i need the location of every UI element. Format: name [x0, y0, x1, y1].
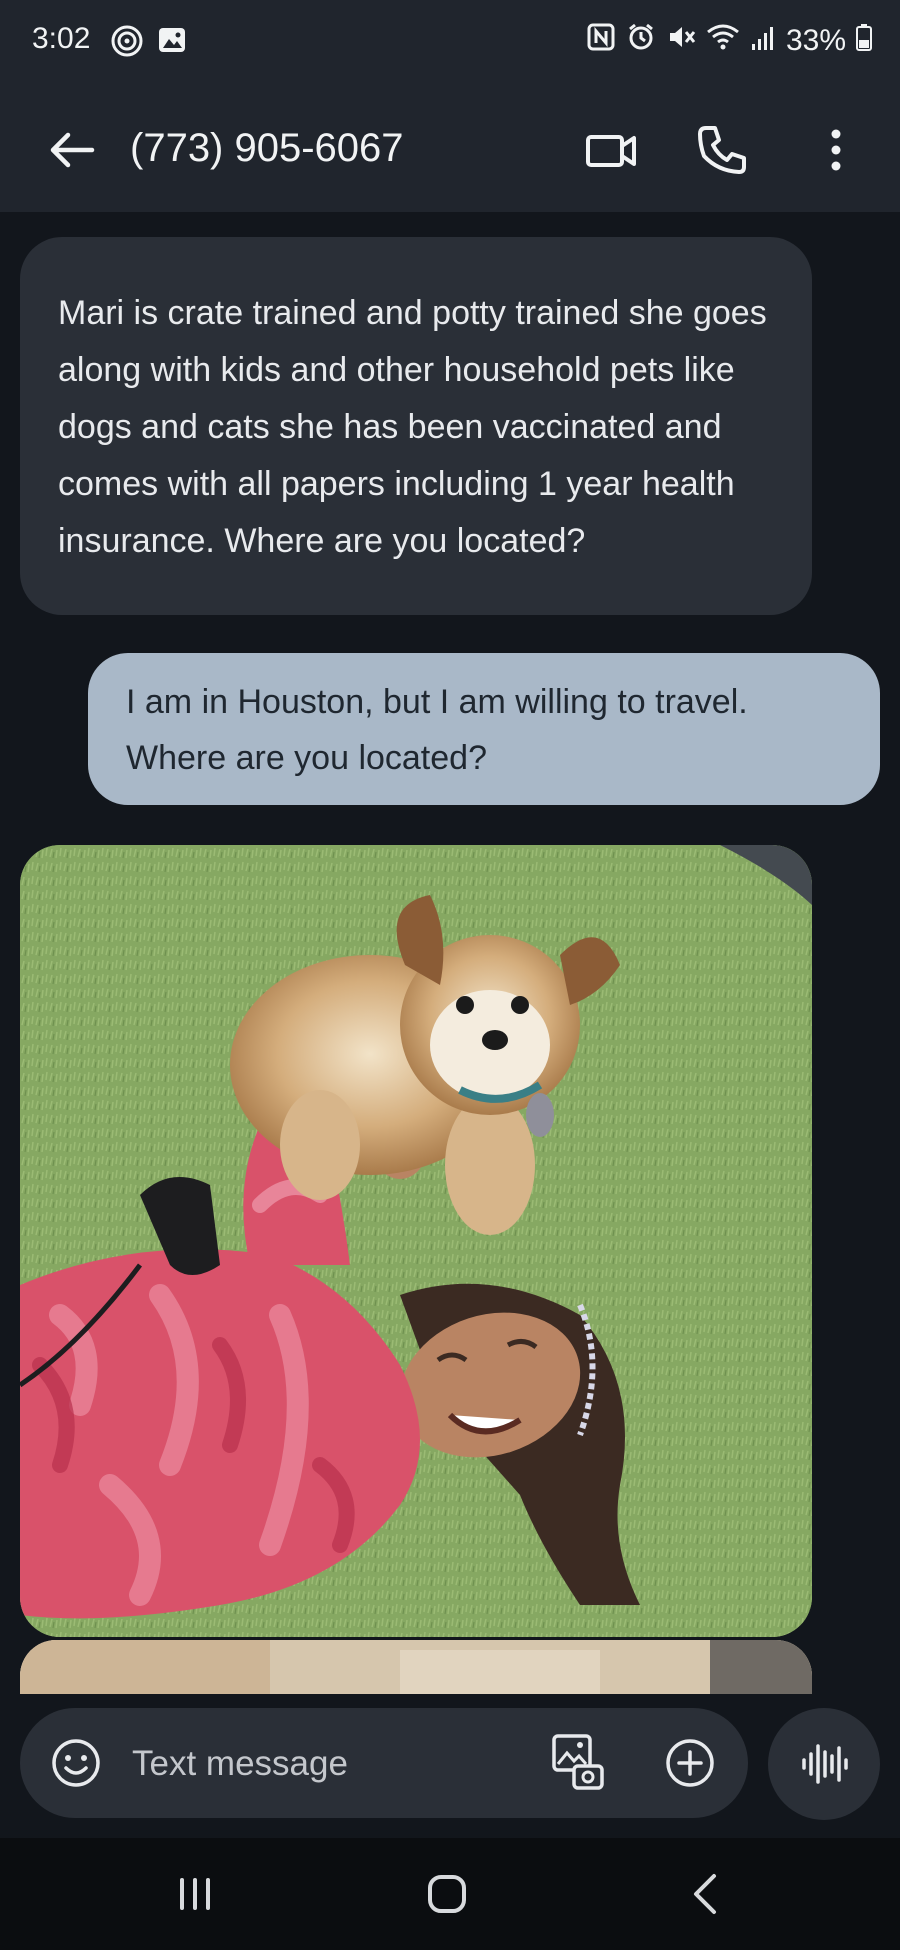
voice-call-button[interactable] [690, 118, 754, 182]
notification-icons [110, 24, 188, 63]
voice-message-button[interactable] [768, 1708, 880, 1820]
more-options-button[interactable] [804, 118, 868, 182]
battery-icon [856, 22, 872, 60]
video-call-button[interactable] [580, 118, 644, 182]
text-message-input[interactable] [130, 1734, 454, 1794]
image-message-partial[interactable] [20, 1640, 812, 1694]
emoji-icon [52, 1739, 100, 1787]
photo-partial [20, 1640, 812, 1694]
conversation-header: (773) 905-6067 [0, 88, 900, 212]
image-message-puppy[interactable] [20, 845, 812, 1637]
nav-back-button[interactable] [670, 1866, 740, 1922]
message-composer [20, 1708, 748, 1818]
home-icon [428, 1875, 466, 1913]
mute-icon [666, 22, 696, 60]
system-nav-bar [0, 1838, 900, 1950]
nfc-icon [586, 22, 616, 60]
alarm-icon [626, 22, 656, 60]
home-button[interactable] [412, 1864, 482, 1924]
message-list[interactable]: Mari is crate trained and potty trained … [0, 212, 900, 1694]
phone-icon [698, 126, 746, 174]
contact-title[interactable]: (773) 905-6067 [130, 116, 404, 180]
add-circle-icon [666, 1739, 714, 1787]
battery-percent: 33% [785, 24, 846, 57]
audio-waveform-icon [802, 1744, 848, 1784]
wifi-icon [706, 22, 740, 60]
add-attachment-button[interactable] [662, 1735, 718, 1791]
incoming-message[interactable]: Mari is crate trained and potty trained … [20, 237, 812, 615]
outgoing-message[interactable]: I am in Houston, but I am willing to tra… [88, 653, 880, 805]
emoji-button[interactable] [48, 1735, 104, 1791]
back-button[interactable] [40, 118, 104, 182]
recents-icon [180, 1878, 210, 1910]
photo-girl-holding-puppy [20, 845, 812, 1637]
video-camera-icon [586, 135, 636, 167]
chevron-left-icon [694, 1874, 716, 1914]
signal-icon [750, 22, 776, 60]
system-status-icons: 33% [586, 22, 872, 60]
gallery-button[interactable] [548, 1732, 610, 1794]
status-bar: 3:02 33% [0, 0, 900, 88]
more-vert-icon [831, 129, 841, 171]
recents-button[interactable] [160, 1866, 230, 1922]
arrow-back-icon [50, 132, 95, 168]
fingerprint-notification-icon [110, 24, 144, 63]
gallery-icon [552, 1734, 604, 1790]
status-time: 3:02 [32, 22, 91, 55]
image-notification-icon [156, 24, 188, 63]
